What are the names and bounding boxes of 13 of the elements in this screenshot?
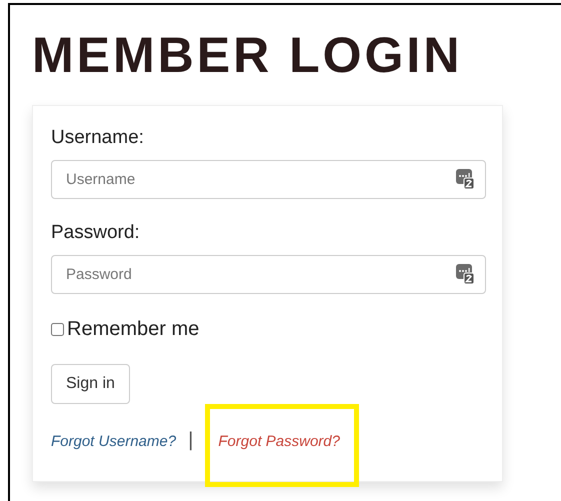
field-label: Password: bbox=[51, 221, 141, 245]
password-manager-icon[interactable] bbox=[456, 169, 474, 189]
remember-checkbox[interactable] bbox=[51, 322, 64, 336]
input-field[interactable]: Password bbox=[51, 255, 486, 294]
remember-label: Remember me bbox=[67, 317, 200, 342]
field-label: Username: bbox=[51, 126, 145, 150]
sign-in-button[interactable]: Sign in bbox=[51, 364, 130, 404]
password-manager-icon[interactable] bbox=[456, 264, 474, 284]
input-field[interactable]: Username bbox=[51, 160, 486, 199]
forgot-username-link[interactable]: Forgot Username? bbox=[51, 404, 176, 454]
page-title: MEMBER LOGIN bbox=[32, 26, 464, 85]
forgot-password-link[interactable]: Forgot Password? bbox=[205, 404, 359, 486]
link-separator: | bbox=[188, 428, 194, 452]
